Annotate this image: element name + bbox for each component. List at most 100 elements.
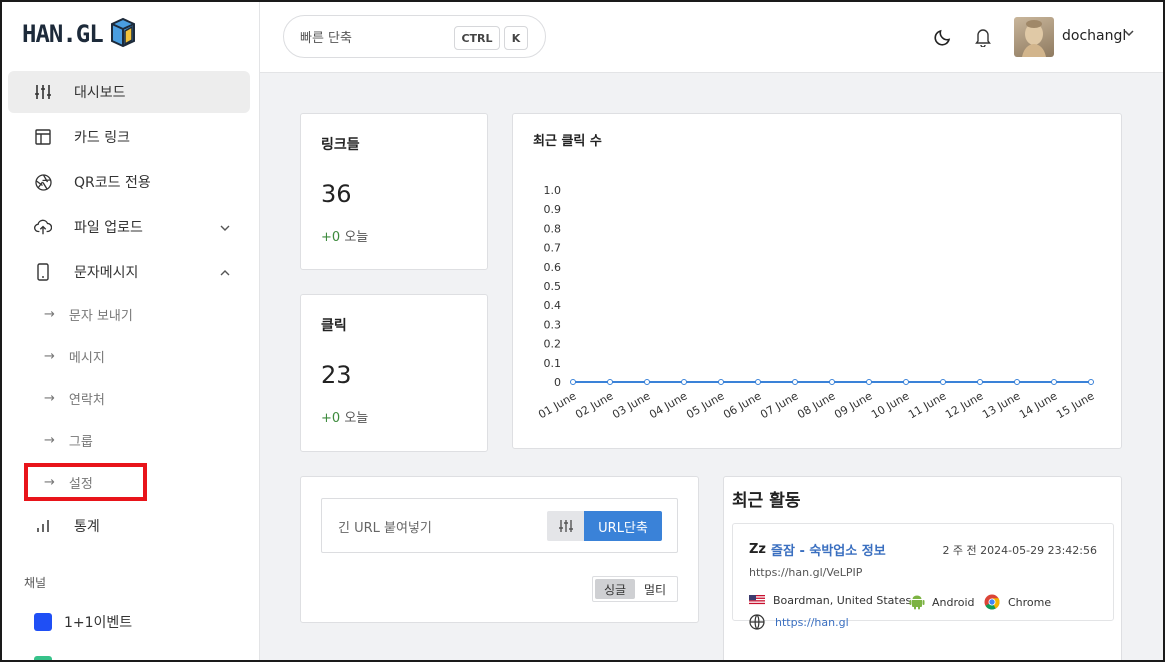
- data-point: [681, 379, 687, 385]
- shorten-url-button[interactable]: URL단축: [584, 511, 662, 541]
- data-point: [1014, 379, 1020, 385]
- stat-value: 23: [321, 361, 352, 389]
- bell-icon[interactable]: [973, 27, 993, 47]
- brand-logo[interactable]: HAN.GL: [22, 16, 137, 52]
- activity-item[interactable]: Zz 즐잠 - 숙박업소 정보 2 주 전 2024-05-29 23:42:5…: [732, 523, 1114, 630]
- options-button[interactable]: [547, 511, 584, 541]
- y-tick-label: 0: [554, 376, 561, 389]
- data-point: [977, 379, 983, 385]
- activity-browser: Chrome: [984, 594, 1051, 610]
- x-tick-label: 08 June: [795, 389, 838, 421]
- arrow-right-icon: →: [44, 306, 55, 322]
- location-label: Boardman, United States: [773, 594, 912, 607]
- logo-text: HAN.GL: [22, 20, 104, 48]
- stat-title: 클릭: [321, 318, 347, 334]
- delta-label: 오늘: [344, 230, 369, 245]
- data-point: [1051, 379, 1057, 385]
- cloud-upload-icon: [34, 218, 52, 236]
- x-tick-label: 15 June: [1054, 389, 1097, 421]
- sidebar-sub-groups[interactable]: → 그룹: [44, 425, 93, 455]
- mode-toggle: 싱글 멀티: [592, 576, 678, 602]
- arrow-right-icon: →: [44, 390, 55, 406]
- arrow-right-icon: →: [44, 432, 55, 448]
- activity-timestamp: 2 주 전 2024-05-29 23:42:56: [942, 544, 1097, 557]
- sidebar-item-label: 문자메시지: [74, 265, 139, 281]
- username[interactable]: dochangl: [1062, 28, 1126, 44]
- y-tick-label: 0.5: [544, 280, 562, 293]
- channels-heading: 채널: [24, 576, 47, 590]
- long-url-input[interactable]: 긴 URL 붙여넣기 URL단축: [321, 498, 678, 553]
- mode-single-button[interactable]: 싱글: [595, 579, 635, 599]
- sidebar-item-label: 대시보드: [74, 85, 126, 101]
- x-tick-label: 01 June: [536, 389, 579, 421]
- moon-icon[interactable]: [933, 27, 953, 47]
- channel-item[interactable]: 1+1이벤트: [34, 612, 132, 632]
- recent-activity-card: 최근 활동 Zz 즐잠 - 숙박업소 정보 2 주 전 2024-05-29 2…: [723, 476, 1122, 662]
- sidebar-sub-messages[interactable]: → 메시지: [44, 341, 105, 371]
- activity-os: Android: [909, 594, 975, 610]
- line-chart: 1.0 0.9 0.8 0.7 0.6 0.5 0.4 0.3 0.2 0.1 001 June02…: [536, 184, 1097, 421]
- sidebar-sub-send-sms[interactable]: → 문자 보내기: [44, 299, 133, 329]
- quick-search-input[interactable]: 빠른 단축 CTRL K: [283, 15, 546, 58]
- x-tick-label: 06 June: [721, 389, 764, 421]
- sub-item-label: 연락처: [68, 392, 105, 408]
- highlight-box: [24, 463, 147, 501]
- bar-chart-icon: [34, 517, 52, 535]
- kbd-ctrl: CTRL: [454, 26, 500, 50]
- data-point: [644, 379, 650, 385]
- sleep-zz-icon: Zz: [749, 542, 766, 557]
- data-point: [1088, 379, 1094, 385]
- mode-multi-button[interactable]: 멀티: [635, 579, 675, 599]
- sidebar-sub-contacts[interactable]: → 연락처: [44, 383, 105, 413]
- activity-link-title[interactable]: 즐잠 - 숙박업소 정보: [771, 540, 886, 559]
- aperture-icon: [34, 173, 52, 191]
- x-tick-label: 04 June: [647, 389, 690, 421]
- y-tick-label: 0.3: [544, 318, 562, 331]
- sidebar-item-card-link[interactable]: 카드 링크: [8, 116, 250, 158]
- activity-title: 최근 활동: [732, 491, 801, 511]
- sliders-icon: [558, 520, 573, 532]
- sidebar-item-dashboard[interactable]: 대시보드: [8, 71, 250, 113]
- clicks-stat-card: 클릭 23 +0 오늘: [300, 294, 488, 452]
- y-tick-label: 0.4: [544, 299, 562, 312]
- sidebar-item-qr-code[interactable]: QR코드 전용: [8, 161, 250, 203]
- sidebar: HAN.GL 대시보드 카드 링크 QR코드 전용 파일 업로드 문자메시지 →…: [0, 0, 260, 662]
- y-tick-label: 0.7: [544, 242, 562, 255]
- data-point: [940, 379, 946, 385]
- chrome-icon: [984, 594, 1000, 610]
- chevron-down-icon[interactable]: [1124, 28, 1134, 39]
- channel-label: 1+1이벤트: [64, 615, 133, 631]
- x-tick-label: 05 June: [684, 389, 727, 421]
- x-tick-label: 11 June: [906, 389, 949, 421]
- chevron-up-icon: [220, 266, 230, 279]
- layout-icon: [34, 128, 52, 146]
- os-label: Android: [932, 595, 975, 609]
- stat-delta: +0 오늘: [321, 226, 368, 245]
- sidebar-item-label: 통계: [74, 519, 100, 535]
- destination-url: https://han.gl: [775, 615, 849, 629]
- sidebar-item-sms[interactable]: 문자메시지: [8, 251, 250, 293]
- url-shortener-card: 긴 URL 붙여넣기 URL단축 싱글 멀티: [300, 476, 699, 623]
- x-tick-label: 14 June: [1017, 389, 1060, 421]
- sidebar-item-label: 파일 업로드: [74, 220, 143, 236]
- smartphone-icon: [34, 263, 52, 281]
- sidebar-item-file-upload[interactable]: 파일 업로드: [8, 206, 250, 248]
- search-placeholder: 빠른 단축: [300, 31, 352, 46]
- x-tick-label: 12 June: [943, 389, 986, 421]
- stat-delta: +0 오늘: [321, 407, 368, 426]
- sidebar-item-label: 카드 링크: [74, 130, 130, 146]
- sidebar-item-stats[interactable]: 통계: [8, 505, 250, 547]
- sub-item-label: 그룹: [68, 434, 93, 450]
- data-point: [570, 379, 576, 385]
- y-tick-label: 1.0: [544, 184, 562, 197]
- activity-destination[interactable]: https://han.gl: [749, 614, 849, 630]
- stat-value: 36: [321, 180, 352, 208]
- y-tick-label: 0.1: [544, 357, 562, 370]
- avatar[interactable]: [1014, 17, 1054, 57]
- x-tick-label: 03 June: [610, 389, 653, 421]
- x-tick-label: 10 June: [869, 389, 912, 421]
- data-point: [903, 379, 909, 385]
- delta-label: 오늘: [344, 411, 369, 426]
- channel-color-swatch: [34, 613, 52, 631]
- android-icon: [909, 595, 925, 610]
